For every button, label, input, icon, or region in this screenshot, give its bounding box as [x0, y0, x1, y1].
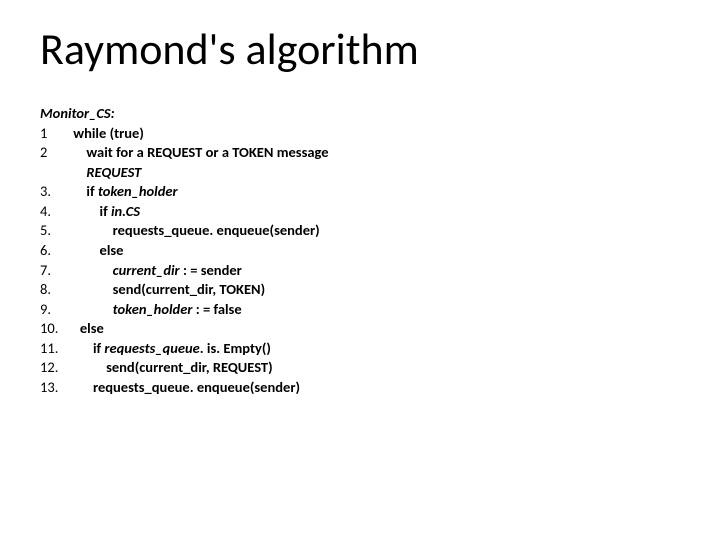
proc-header: Monitor_CS: — [40, 104, 680, 124]
variable: requests_queue — [104, 339, 199, 357]
line-number: 2 — [40, 143, 70, 163]
line-text: wait for a REQUEST or a TOKEN message — [86, 143, 328, 161]
line-text: while (true) — [73, 124, 144, 142]
line-text: : = false — [192, 300, 241, 318]
line-text: : = sender — [180, 261, 242, 279]
line-number: 10. — [40, 319, 70, 339]
line-number: 13. — [40, 378, 70, 398]
variable: in.CS — [111, 202, 140, 220]
variable: token_holder — [113, 300, 193, 318]
keyword-if: if — [100, 202, 111, 220]
line-number: 7. — [40, 261, 70, 281]
code-line: 6. else — [40, 241, 680, 261]
keyword-if: if — [86, 182, 97, 200]
line-number: 11. — [40, 339, 70, 359]
code-line: REQUEST — [40, 163, 680, 183]
code-line: 11. if requests_queue. is. Empty() — [40, 339, 680, 359]
slide: Raymond's algorithm Monitor_CS: 1 while … — [0, 0, 720, 397]
line-text: requests_queue. enqueue(sender) — [93, 378, 300, 396]
code-block: Monitor_CS: 1 while (true) 2 wait for a … — [40, 104, 680, 397]
line-number: 12. — [40, 358, 70, 378]
code-line: 2 wait for a REQUEST or a TOKEN message — [40, 143, 680, 163]
line-text: REQUEST — [86, 163, 141, 181]
code-line: 8. send(current_dir, TOKEN) — [40, 280, 680, 300]
code-line: 5. requests_queue. enqueue(sender) — [40, 221, 680, 241]
line-number: 1 — [40, 124, 70, 144]
code-line: 9. token_holder : = false — [40, 300, 680, 320]
code-line: 12. send(current_dir, REQUEST) — [40, 358, 680, 378]
line-text: send(current_dir, TOKEN) — [113, 280, 265, 298]
variable: current_dir — [113, 261, 180, 279]
keyword-else: else — [100, 241, 124, 259]
code-line: 7. current_dir : = sender — [40, 261, 680, 281]
variable: token_holder — [98, 182, 178, 200]
code-line: 13. requests_queue. enqueue(sender) — [40, 378, 680, 398]
line-text: requests_queue. enqueue(sender) — [113, 221, 320, 239]
line-number: 6. — [40, 241, 70, 261]
proc-name: Monitor_CS: — [40, 104, 115, 122]
code-line: 10. else — [40, 319, 680, 339]
code-line: 1 while (true) — [40, 124, 680, 144]
line-number: 3. — [40, 182, 70, 202]
line-number: 9. — [40, 300, 70, 320]
code-line: 4. if in.CS — [40, 202, 680, 222]
keyword-if: if — [93, 339, 104, 357]
code-line: 3. if token_holder — [40, 182, 680, 202]
keyword-else: else — [80, 319, 104, 337]
line-number: 5. — [40, 221, 70, 241]
line-text: . is. Empty() — [200, 339, 271, 357]
line-text: send(current_dir, REQUEST) — [106, 358, 273, 376]
line-number: 4. — [40, 202, 70, 222]
line-number: 8. — [40, 280, 70, 300]
slide-title: Raymond's algorithm — [40, 22, 680, 76]
